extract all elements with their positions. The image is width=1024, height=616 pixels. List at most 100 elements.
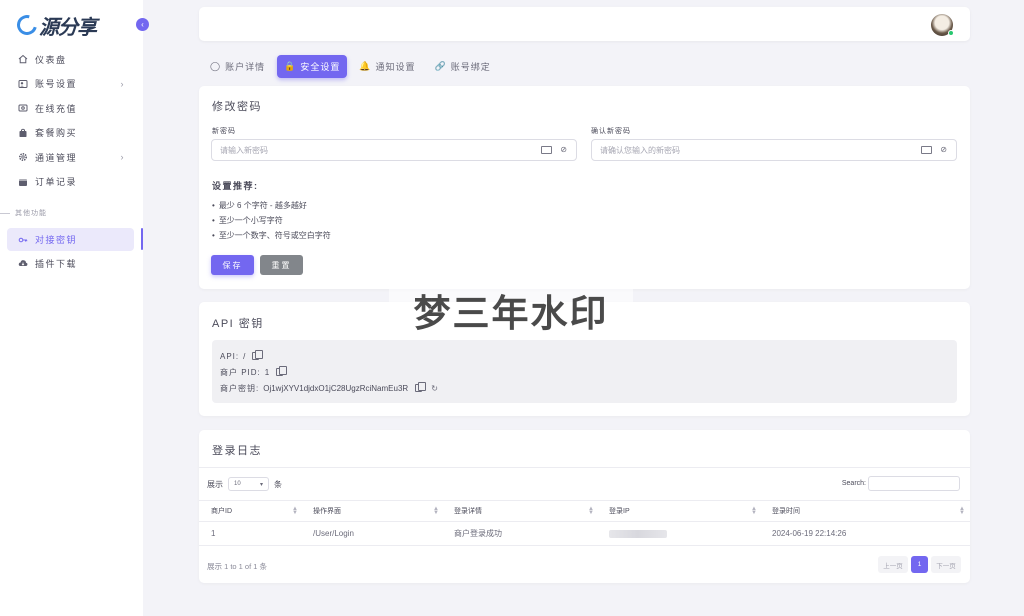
api-label: API: [220,351,240,361]
length-prefix: 展示 [207,479,223,489]
confirm-password-placeholder: 请确认您输入的新密码 [600,145,680,155]
tab-notification-settings[interactable]: 🔔 通知设置 [352,55,422,78]
sidebar-item-recharge[interactable]: 在线充值 [0,96,143,121]
table-row: 1 /User/Login 商户登录成功 2024-06-19 22:14:26 [199,522,970,546]
page-length-select[interactable]: 10 ▾ [228,477,269,491]
sidebar-item-orders[interactable]: 订单记录 [0,170,143,195]
sidebar-item-plugin-download[interactable]: 插件下载 [0,251,143,276]
page-button-current[interactable]: 1 [911,556,928,573]
sidebar-item-label: 账号设置 [35,79,78,90]
new-password-field[interactable]: 请输入新密码 ⊘ [211,139,577,161]
card-title: API 密钥 [212,318,264,330]
shopping-icon [18,128,28,138]
prev-page-button[interactable]: 上一页 [878,556,908,573]
gear-icon [18,152,28,162]
secret-value: Oj1wjXYV1djdxO1jC28UgzRciNamEu3R [263,383,409,393]
sidebar-item-account-settings[interactable]: 账号设置 › [0,72,143,97]
api-row: API: / [220,348,957,364]
sort-icon[interactable]: ▲ ▼ [751,506,757,516]
sidebar-item-label: 在线充值 [35,103,78,114]
top-navbar [199,7,970,41]
next-page-button[interactable]: 下一页 [931,556,961,573]
user-card-icon [18,79,28,89]
divider [199,467,970,468]
tab-security-settings[interactable]: 🔒 安全设置 [277,55,348,78]
section-divider [0,212,10,214]
keyboard-icon[interactable] [921,146,932,154]
column-header[interactable]: 商户ID [211,506,232,516]
card-title: 修改密码 [212,101,262,113]
search-label: Search: [841,480,866,487]
copy-icon[interactable] [252,350,264,360]
column-header[interactable]: 登录IP [609,506,630,516]
sidebar-collapse-button[interactable]: ‹ [136,18,149,31]
pagination: 上一页 1 下一页 [878,556,961,573]
login-log-card: 登录日志 展示 10 ▾ 条 Search: 商户ID ▲ ▼ 操作界面 ▲ ▼ 登… [199,430,970,583]
tab-account-details[interactable]: ◯ 账户详情 [203,55,272,78]
chevron-right-icon: › [120,152,125,163]
sort-icon[interactable]: ▲ ▼ [959,506,965,516]
chevron-down-icon: ▾ [259,481,263,488]
reset-button[interactable]: 重置 [260,255,303,275]
sidebar-item-label: 对接密钥 [35,235,78,245]
copy-icon[interactable] [415,382,427,392]
recommendation-title: 设置推荐: [212,181,259,191]
confirm-password-field[interactable]: 请确认您输入的新密码 ⊘ [591,139,957,161]
sidebar-item-label: 套餐购买 [35,128,78,139]
sort-icon[interactable]: ▲ ▼ [433,506,439,516]
page-length-value: 10 [234,481,241,487]
search-input[interactable] [868,476,960,491]
settings-tabs: ◯ 账户详情 🔒 安全设置 🔔 通知设置 🔗 账号绑定 [203,55,503,78]
table-header: 商户ID ▲ ▼ 操作界面 ▲ ▼ 登录详情 ▲ ▼ 登录IP ▲ ▼ 登录时间 ▲ ▼ [199,500,970,522]
refresh-icon[interactable]: ↻ [431,384,438,393]
sidebar: 源分享 仪表盘 账号设置 › 在线充值 套餐购买 通道管理 › 订单记录 其他功… [0,0,143,616]
column-header[interactable]: 登录时间 [772,506,800,516]
online-status-icon [948,30,954,36]
keyboard-icon[interactable] [541,146,552,154]
cell-detail: 商户登录成功 [454,529,502,538]
sidebar-item-label: 仪表盘 [35,54,67,65]
secret-label: 商户密钥: [220,383,260,393]
eye-off-icon[interactable]: ⊘ [940,145,947,154]
watermark: 梦三年水印 [389,287,633,334]
brand-logo[interactable]: 源分享 [13,11,97,39]
column-header[interactable]: 登录详情 [454,506,482,516]
eye-off-icon[interactable]: ⊘ [560,145,567,154]
save-button[interactable]: 保存 [211,255,254,275]
active-indicator [141,228,143,250]
sidebar-item-dashboard[interactable]: 仪表盘 [0,47,143,72]
sidebar-nav: 仪表盘 账号设置 › 在线充值 套餐购买 通道管理 › 订单记录 其他功能 对接… [0,47,143,276]
sidebar-item-label: 订单记录 [35,177,78,188]
list-item: 最少 6 个字符 - 越多越好 [212,198,331,213]
logo-icon [13,11,41,39]
sidebar-item-label: 通道管理 [35,152,78,163]
sidebar-section-other: 其他功能 [0,202,143,224]
sort-icon[interactable]: ▲ ▼ [292,506,298,516]
new-password-placeholder: 请输入新密码 [220,145,268,155]
lock-icon: 🔒 [284,61,297,71]
logo-text: 源分享 [39,16,97,39]
sidebar-item-api-keys[interactable]: 对接密钥 [7,228,134,251]
login-log-table: 商户ID ▲ ▼ 操作界面 ▲ ▼ 登录详情 ▲ ▼ 登录IP ▲ ▼ 登录时间 ▲ ▼ … [199,500,970,546]
tab-label: 通知设置 [375,62,416,72]
table-info: 展示 1 to 1 of 1 条 [207,562,268,571]
sort-icon[interactable]: ▲ ▼ [588,506,594,516]
card-title: 登录日志 [212,445,262,457]
chevron-right-icon: › [120,78,125,89]
sidebar-item-label: 插件下载 [35,258,78,269]
chevron-left-icon: ‹ [141,20,144,29]
avatar[interactable] [931,14,954,36]
pid-value: 1 [264,367,270,377]
tab-account-binding[interactable]: 🔗 账号绑定 [428,55,498,78]
home-icon [18,54,28,64]
column-header[interactable]: 操作界面 [313,506,341,516]
copy-icon[interactable] [276,366,288,376]
sidebar-item-channel-management[interactable]: 通道管理 › [0,145,143,170]
change-password-card: 修改密码 新密码 请输入新密码 ⊘ 确认新密码 请确认您输入的新密码 ⊘ 设置推… [199,86,970,289]
recommendation-list: 最少 6 个字符 - 越多越好 至少一个小写字符 至少一个数字、符号或空白字符 [212,198,331,243]
user-icon: ◯ [210,61,222,71]
cell-time: 2024-06-19 22:14:26 [772,529,847,538]
sidebar-item-package-purchase[interactable]: 套餐购买 [0,121,143,146]
api-info-box: API: / 商户 PID: 1 商户密钥: Oj1wjXYV1djdxO1jC… [212,340,957,403]
tab-label: 账户详情 [225,62,266,72]
